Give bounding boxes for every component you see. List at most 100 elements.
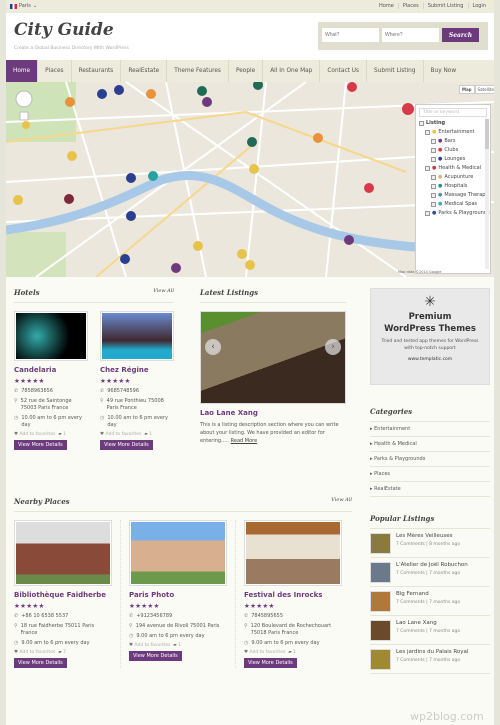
- top-link-places[interactable]: Places: [397, 3, 423, 9]
- popular-listing-item[interactable]: Lao Lane Xang 7 Comments | 7 months ago: [370, 616, 490, 645]
- listing-slider[interactable]: ‹ ›: [200, 311, 346, 404]
- view-more-details-button[interactable]: View More Details: [14, 440, 67, 450]
- place-image[interactable]: [244, 520, 342, 586]
- popular-listing-item[interactable]: Les jardins du Palais Royal 7 Comments | …: [370, 645, 490, 674]
- checkbox[interactable]: [425, 129, 430, 135]
- nav-people[interactable]: People: [229, 60, 264, 82]
- comments-count[interactable]: 7 Comments: [396, 542, 425, 547]
- view-more-details-button[interactable]: View More Details: [100, 440, 153, 450]
- top-link-submit-listing[interactable]: Submit Listing: [422, 3, 468, 9]
- slider-prev-icon[interactable]: ‹: [205, 339, 221, 355]
- listing-name[interactable]: L'Atelier de Joël Robuchon: [396, 562, 468, 568]
- top-link-login[interactable]: Login: [467, 3, 491, 9]
- ad-banner[interactable]: ✳ Premium WordPress Themes Tried and tes…: [370, 288, 490, 385]
- place-name[interactable]: Bibliothèque Faidherbe: [14, 591, 112, 599]
- listing-thumbnail[interactable]: [370, 591, 391, 612]
- map[interactable]: Map Satellite Title or keyword Listing ● E…: [6, 82, 494, 277]
- category-tree-item[interactable]: ● Hospitals: [419, 183, 490, 189]
- place-name[interactable]: Paris Photo: [129, 591, 227, 599]
- comments-count[interactable]: 7 Comments: [396, 571, 425, 576]
- view-more-details-button[interactable]: View More Details: [244, 658, 297, 668]
- add-to-favorites[interactable]: Add to favorites: [19, 650, 55, 655]
- clock-icon: ◷: [129, 633, 134, 639]
- category-tree-item[interactable]: Listing: [419, 120, 490, 126]
- category-link[interactable]: ▸ Parks & Playgrounds: [370, 452, 490, 467]
- category-tree-item[interactable]: ● Bars: [419, 138, 490, 144]
- listing-thumbnail[interactable]: [370, 620, 391, 641]
- checkbox[interactable]: [431, 174, 436, 180]
- site-logo[interactable]: City Guide: [14, 20, 114, 40]
- category-link[interactable]: ▸ RealEstate: [370, 482, 490, 497]
- nav-restaurants[interactable]: Restaurants: [72, 60, 122, 82]
- category-link[interactable]: ▸ Entertainment: [370, 422, 490, 437]
- checkbox[interactable]: [431, 201, 436, 207]
- view-more-details-button[interactable]: View More Details: [14, 658, 67, 668]
- checkbox[interactable]: [425, 210, 430, 216]
- listing-name[interactable]: Lao Lane Xang: [396, 620, 460, 626]
- latest-listing-name[interactable]: Lao Lane Xang: [200, 409, 346, 417]
- nav-realestate[interactable]: RealEstate: [121, 60, 168, 82]
- listing-name[interactable]: Les jardins du Palais Royal: [396, 649, 468, 655]
- nav-contact-us[interactable]: Contact Us: [320, 60, 368, 82]
- keyword-input[interactable]: Title or keyword: [419, 108, 487, 117]
- nearby-view-all[interactable]: View All: [331, 497, 352, 506]
- checkbox[interactable]: [431, 138, 436, 144]
- search-button[interactable]: Search: [442, 28, 479, 42]
- category-tree-item[interactable]: ● Massage Therapy: [419, 192, 490, 198]
- category-tree-item[interactable]: ● Entertainment: [419, 129, 490, 135]
- nav-submit-listing[interactable]: Submit Listing: [367, 60, 424, 82]
- category-tree-item[interactable]: ● Clubs: [419, 147, 490, 153]
- nav-all-in-one-map[interactable]: All In One Map: [263, 60, 321, 82]
- place-image[interactable]: [129, 520, 227, 586]
- comments-count[interactable]: 7 Comments: [396, 658, 425, 663]
- comments-count[interactable]: 7 Comments: [396, 629, 425, 634]
- nav-places[interactable]: Places: [38, 60, 72, 82]
- map-type-map[interactable]: Map: [459, 85, 475, 94]
- category-tree-item[interactable]: ● Medical Spas: [419, 201, 490, 207]
- category-tree-item[interactable]: ● Acupunture: [419, 174, 490, 180]
- place-name[interactable]: Chez Régine: [100, 366, 174, 374]
- listing-thumbnail[interactable]: [370, 562, 391, 583]
- map-type-satellite[interactable]: Satellite: [474, 85, 494, 94]
- hotels-view-all[interactable]: View All: [153, 288, 174, 297]
- slider-next-icon[interactable]: ›: [325, 339, 341, 355]
- category-tree-item[interactable]: ● Lounges: [419, 156, 490, 162]
- popular-listing-item[interactable]: Les Mères Veilleuses 7 Comments | 8 month…: [370, 529, 490, 558]
- checkbox[interactable]: [425, 165, 430, 171]
- place-image[interactable]: [14, 311, 88, 361]
- checkbox[interactable]: [431, 147, 436, 153]
- city-selector[interactable]: Paris ⌄: [10, 3, 37, 9]
- add-to-favorites[interactable]: Add to favorites: [134, 643, 170, 648]
- top-link-home[interactable]: Home: [375, 3, 398, 9]
- listing-thumbnail[interactable]: [370, 649, 391, 670]
- add-to-favorites[interactable]: Add to favorites: [249, 650, 285, 655]
- category-tree-item[interactable]: ● Health & Medical: [419, 165, 490, 171]
- place-name[interactable]: Candelaria: [14, 366, 88, 374]
- place-name[interactable]: Festival des Inrocks: [244, 591, 342, 599]
- category-link[interactable]: ▸ Places: [370, 467, 490, 482]
- nav-home[interactable]: Home: [6, 60, 39, 82]
- checkbox[interactable]: [431, 183, 436, 189]
- scrollbar[interactable]: [485, 119, 489, 269]
- checkbox[interactable]: [431, 156, 436, 162]
- add-to-favorites[interactable]: Add to favorites: [105, 432, 141, 437]
- place-image[interactable]: [100, 311, 174, 361]
- nav-buy-now[interactable]: Buy Now: [424, 60, 464, 82]
- popular-listing-item[interactable]: Big Fernand 7 Comments | 7 months ago: [370, 587, 490, 616]
- category-tree-item[interactable]: ● Parks & Playgrounds: [419, 210, 490, 216]
- listing-name[interactable]: Les Mères Veilleuses: [396, 533, 460, 539]
- read-more-link[interactable]: Read More: [231, 438, 258, 444]
- place-image[interactable]: [14, 520, 112, 586]
- listing-name[interactable]: Big Fernand: [396, 591, 460, 597]
- checkbox[interactable]: [419, 120, 424, 126]
- checkbox[interactable]: [431, 192, 436, 198]
- category-link[interactable]: ▸ Health & Medical: [370, 437, 490, 452]
- view-more-details-button[interactable]: View More Details: [129, 651, 182, 661]
- where-input[interactable]: [382, 28, 439, 42]
- popular-listing-item[interactable]: L'Atelier de Joël Robuchon 7 Comments | 7…: [370, 558, 490, 587]
- comments-count[interactable]: 7 Comments: [396, 600, 425, 605]
- listing-thumbnail[interactable]: [370, 533, 391, 554]
- what-input[interactable]: [322, 28, 379, 42]
- add-to-favorites[interactable]: Add to favorites: [19, 432, 55, 437]
- nav-theme-features[interactable]: Theme Features: [167, 60, 229, 82]
